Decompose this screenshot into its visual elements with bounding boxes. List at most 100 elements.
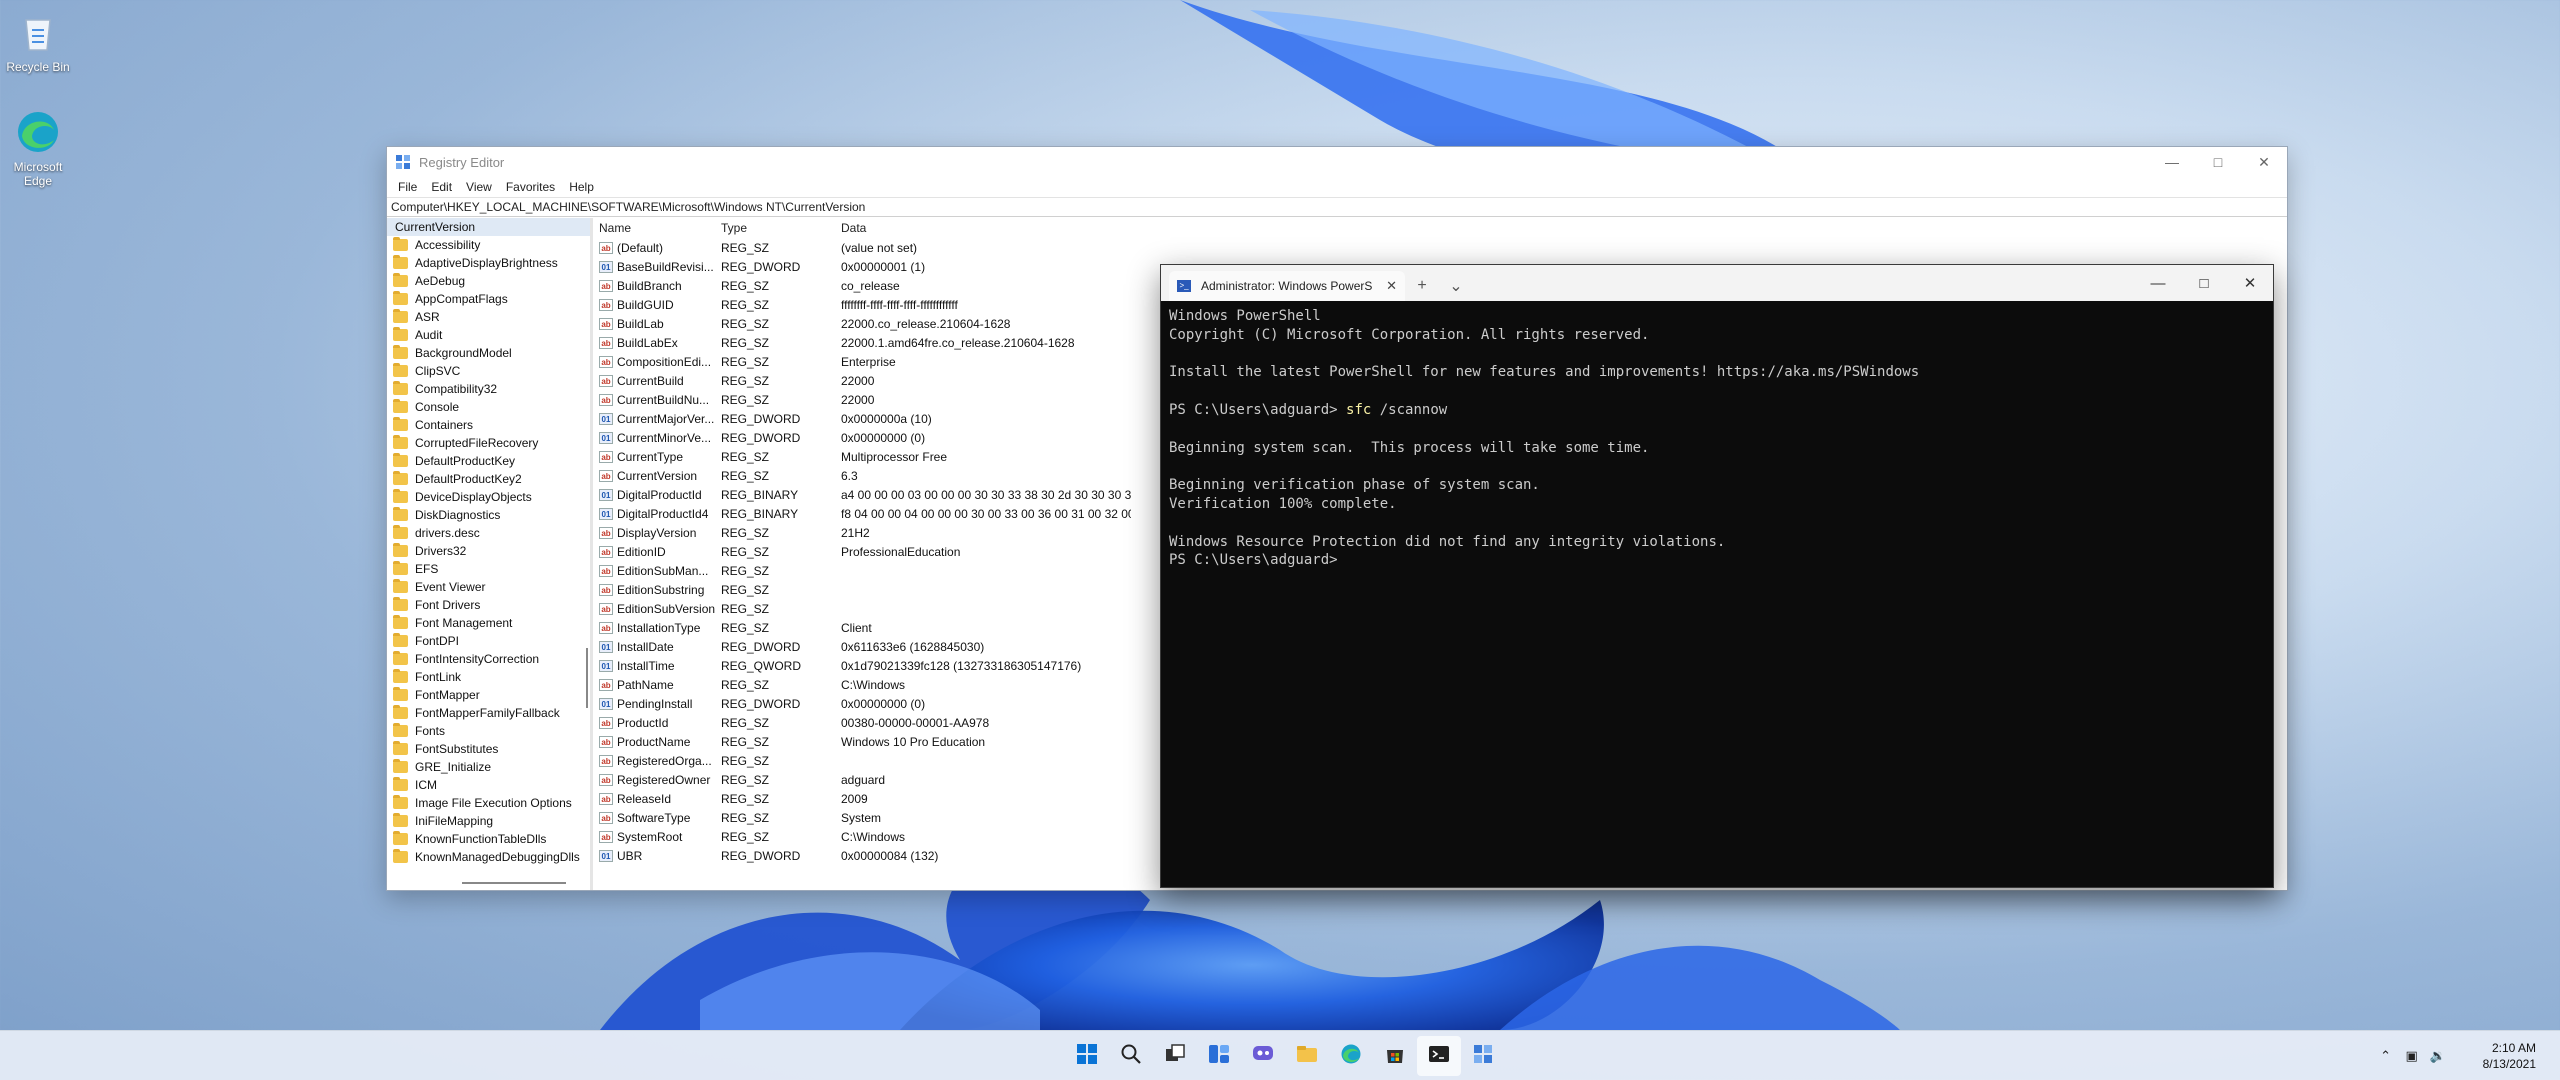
address-bar[interactable]: Computer\HKEY_LOCAL_MACHINE\SOFTWARE\Mic…	[387, 197, 2287, 217]
tree-item[interactable]: AppCompatFlags	[387, 290, 590, 308]
folder-icon	[393, 417, 408, 431]
tree-item[interactable]: ICM	[387, 776, 590, 794]
tree-item[interactable]: ASR	[387, 308, 590, 326]
tree-item[interactable]: Containers	[387, 416, 590, 434]
tree-item[interactable]: Image File Execution Options	[387, 794, 590, 812]
folder-icon	[393, 597, 408, 611]
terminal-tab[interactable]: >_ Administrator: Windows PowerS ✕	[1169, 271, 1405, 301]
taskbar-start-button[interactable]	[1065, 1036, 1109, 1076]
tree-item[interactable]: Event Viewer	[387, 578, 590, 596]
value-type: REG_QWORD	[721, 658, 802, 673]
tree-item[interactable]: FontMapper	[387, 686, 590, 704]
tree-item[interactable]: CorruptedFileRecovery	[387, 434, 590, 452]
menu-view[interactable]: View	[459, 180, 499, 194]
value-data: 0x611633e6 (1628845030)	[841, 639, 985, 654]
tree-item[interactable]: DefaultProductKey	[387, 452, 590, 470]
value-name: EditionSubMan...	[617, 563, 709, 578]
tree-item[interactable]: KnownFunctionTableDlls	[387, 830, 590, 848]
tree-item[interactable]: EFS	[387, 560, 590, 578]
taskbar-search-button[interactable]	[1109, 1036, 1153, 1076]
maximize-button[interactable]: □	[2195, 147, 2241, 177]
tree-item[interactable]: drivers.desc	[387, 524, 590, 542]
title-bar[interactable]: Registry Editor — □ ✕	[387, 147, 2287, 177]
value-name: EditionID	[617, 544, 666, 559]
close-button[interactable]: ✕	[2241, 147, 2287, 177]
taskbar-terminal-button[interactable]	[1417, 1036, 1461, 1076]
tree-item[interactable]: FontDPI	[387, 632, 590, 650]
column-header-name[interactable]: Name	[599, 221, 721, 235]
taskbar-edge-button[interactable]	[1329, 1036, 1373, 1076]
tree-item[interactable]: DefaultProductKey2	[387, 470, 590, 488]
tree-item[interactable]: Drivers32	[387, 542, 590, 560]
tree-item-label: ICM	[415, 778, 437, 792]
tree-item[interactable]: FontIntensityCorrection	[387, 650, 590, 668]
taskbar-chat-button[interactable]	[1241, 1036, 1285, 1076]
column-header-type[interactable]: Type	[721, 221, 841, 235]
chevron-up-icon[interactable]: ⌃	[2375, 1048, 2397, 1064]
taskbar-regedit-button[interactable]	[1461, 1036, 1505, 1076]
value-data: 0x1d79021339fc128 (132733186305147176)	[841, 658, 1082, 673]
desktop-icon-label: Recycle Bin	[6, 60, 70, 74]
tree-item[interactable]: AdaptiveDisplayBrightness	[387, 254, 590, 272]
terminal-title-bar[interactable]: >_ Administrator: Windows PowerS ✕ + ⌄ —…	[1161, 265, 2273, 301]
network-icon[interactable]: ▣	[2401, 1048, 2423, 1064]
terminal-text: Windows Resource Protection did not find…	[1169, 533, 1726, 550]
tree-item[interactable]: BackgroundModel	[387, 344, 590, 362]
menu-edit[interactable]: Edit	[424, 180, 459, 194]
tree-item[interactable]: Compatibility32	[387, 380, 590, 398]
tree-item[interactable]: Font Management	[387, 614, 590, 632]
menu-file[interactable]: File	[391, 180, 424, 194]
tree-item[interactable]: IniFileMapping	[387, 812, 590, 830]
volume-icon[interactable]: 🔉	[2427, 1048, 2449, 1064]
terminal-output[interactable]: Windows PowerShell Copyright (C) Microsof…	[1161, 301, 2273, 576]
tree-item[interactable]: Audit	[387, 326, 590, 344]
tree-item[interactable]: Fonts	[387, 722, 590, 740]
tree-item[interactable]: ClipSVC	[387, 362, 590, 380]
folder-icon	[393, 579, 408, 593]
tree-item[interactable]: Font Drivers	[387, 596, 590, 614]
tree-item[interactable]: DiskDiagnostics	[387, 506, 590, 524]
edge-icon	[14, 108, 62, 156]
folder-icon	[393, 615, 408, 629]
tree-item[interactable]: FontSubstitutes	[387, 740, 590, 758]
tree-horizontal-scrollbar[interactable]	[462, 882, 566, 884]
tree-item[interactable]: Accessibility	[387, 236, 590, 254]
value-name: BuildLabEx	[617, 335, 678, 350]
desktop-icon-edge[interactable]: Microsoft Edge	[0, 108, 76, 188]
taskbar-widgets-button[interactable]	[1197, 1036, 1241, 1076]
tree-item[interactable]: FontLink	[387, 668, 590, 686]
desktop-icon-recycle-bin[interactable]: Recycle Bin	[0, 8, 76, 74]
new-tab-button[interactable]: +	[1405, 271, 1439, 301]
tree-item[interactable]: DeviceDisplayObjects	[387, 488, 590, 506]
tree-vertical-scrollbar[interactable]	[586, 648, 588, 708]
clock[interactable]: 2:10 AM 8/13/2021	[2483, 1040, 2536, 1072]
terminal-minimize-button[interactable]: —	[2135, 265, 2181, 301]
taskbar-file-explorer-button[interactable]	[1285, 1036, 1329, 1076]
minimize-button[interactable]: —	[2149, 147, 2195, 177]
terminal-close-button[interactable]: ✕	[2227, 265, 2273, 301]
tree-item-selected[interactable]: CurrentVersion	[387, 218, 590, 236]
value-type: REG_SZ	[721, 677, 770, 692]
value-name: InstallationType	[617, 620, 701, 635]
chevron-down-icon[interactable]: ⌄	[1439, 271, 1473, 301]
terminal-maximize-button[interactable]: □	[2181, 265, 2227, 301]
key-tree: CurrentVersion Accessibility AdaptiveDispl…	[387, 218, 593, 890]
tree-item[interactable]: FontMapperFamilyFallback	[387, 704, 590, 722]
value-name: CurrentVersion	[617, 468, 698, 483]
taskbar-store-button[interactable]	[1373, 1036, 1417, 1076]
terminal-text: PS C:\Users\adguard>	[1169, 552, 1338, 569]
close-tab-icon[interactable]: ✕	[1386, 278, 1397, 294]
tree-item[interactable]: Console	[387, 398, 590, 416]
value-row[interactable]: ab (Default) REG_SZ (value not set)	[593, 238, 2287, 257]
column-header-data[interactable]: Data	[841, 221, 866, 235]
tree-item[interactable]: AeDebug	[387, 272, 590, 290]
tree-item[interactable]: GRE_Initialize	[387, 758, 590, 776]
folder-icon	[393, 849, 408, 863]
taskbar-task-view-button[interactable]	[1153, 1036, 1197, 1076]
menu-favorites[interactable]: Favorites	[499, 180, 562, 194]
tree-item[interactable]: KnownManagedDebuggingDlls	[387, 848, 590, 866]
menu-help[interactable]: Help	[562, 180, 601, 194]
value-data: 22000	[841, 392, 875, 407]
